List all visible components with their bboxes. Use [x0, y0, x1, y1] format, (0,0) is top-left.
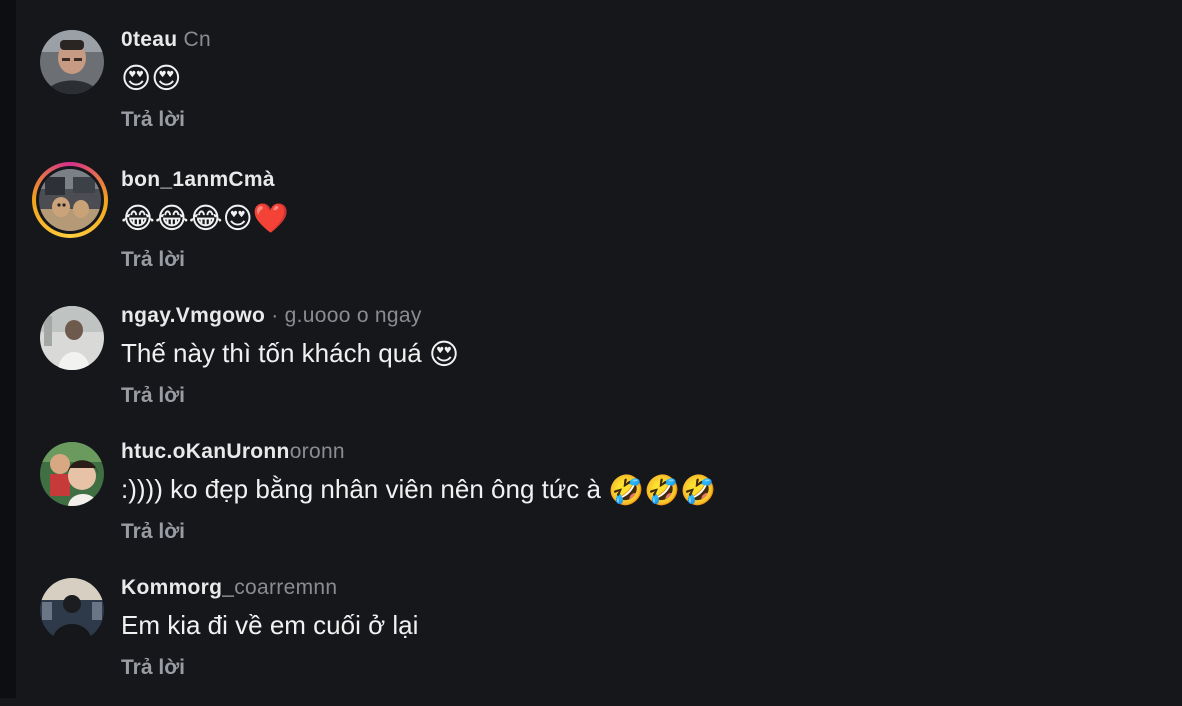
tears-of-joy-emoji-icon: 😂: [121, 203, 155, 236]
comment-body: Em kia đi về em cuối ở lại: [121, 610, 419, 640]
left-rail: [0, 0, 16, 698]
avatar-image: [39, 169, 101, 231]
tears-of-joy-emoji-icon: 😂: [188, 203, 223, 236]
username-text: Kommorg_: [121, 576, 235, 599]
avatar-story-ring[interactable]: [32, 162, 108, 238]
comment-text: Em kia đi về em cuối ở lại: [121, 608, 418, 642]
comment-text: Thế này thì tốn khách quá 😍: [121, 336, 459, 372]
comment-username[interactable]: 0teau Cn: [121, 28, 211, 52]
username-text: htuc.oKanUronn: [121, 440, 290, 463]
avatar-image: [40, 306, 104, 370]
comment-username[interactable]: Kommorg_coarremnn: [121, 576, 337, 600]
comment-body: Thế này thì tốn khách quá: [121, 338, 422, 368]
username-suffix: coarremnn: [234, 576, 338, 599]
username-text: 0teau: [121, 28, 178, 51]
avatar-image: [40, 442, 104, 506]
reply-button[interactable]: Trả lời: [121, 656, 185, 680]
reply-button[interactable]: Trả lời: [121, 384, 185, 408]
avatar[interactable]: [40, 306, 104, 370]
heart-eyes-emoji-icon: 😍: [428, 339, 460, 372]
comment-item: htuc.oKanUronnoronn :)))) ko đẹp bằng nh…: [30, 440, 1150, 570]
reply-button[interactable]: Trả lời: [121, 108, 185, 132]
avatar-image: [40, 30, 104, 94]
rolling-laughing-emoji-icon: 🤣: [644, 475, 681, 508]
rolling-laughing-emoji-icon: 🤣: [608, 475, 645, 508]
comment-body: :)))) ko đẹp bằng nhân viên nên ông tức …: [121, 474, 601, 504]
comment-item: bon_1anmCmà 😂😂😂😍❤️ Trả lời: [30, 162, 1150, 298]
rolling-laughing-emoji-icon: 🤣: [680, 475, 717, 508]
tears-of-joy-emoji-icon: 😂: [154, 203, 189, 236]
comment-item: Kommorg_coarremnn Em kia đi về em cuối ở…: [30, 576, 1150, 706]
red-heart-emoji-icon: ❤️: [252, 203, 290, 236]
username-text: bon_1anmCmà: [121, 168, 275, 191]
reply-button[interactable]: Trả lời: [121, 248, 185, 272]
comment-text: 😂😂😂😍❤️: [121, 200, 289, 236]
comment-text: 😍😍: [121, 60, 181, 96]
avatar[interactable]: [40, 442, 104, 506]
avatar[interactable]: [40, 578, 104, 642]
heart-eyes-emoji-icon: 😍: [121, 63, 152, 96]
username-suffix: Cn: [177, 28, 211, 51]
comment-username[interactable]: ngay.Vmgowo · g.uooo o ngay: [121, 304, 422, 328]
heart-eyes-emoji-icon: 😍: [222, 203, 253, 236]
comment-item: ngay.Vmgowo · g.uooo o ngay Thế này thì …: [30, 304, 1150, 434]
username-suffix: · g.uooo o ngay: [265, 304, 422, 327]
comment-username[interactable]: htuc.oKanUronnoronn: [121, 440, 345, 464]
username-suffix: oronn: [289, 440, 345, 463]
comment-username[interactable]: bon_1anmCmà: [121, 168, 275, 192]
username-text: ngay.Vmgowo: [121, 304, 266, 327]
heart-eyes-emoji-icon: 😍: [151, 63, 182, 96]
avatar-image: [40, 578, 104, 642]
comment-text: :)))) ko đẹp bằng nhân viên nên ông tức …: [121, 472, 717, 508]
avatar[interactable]: [40, 30, 104, 94]
comment-item: 0teau Cn 😍😍 Trả lời: [30, 28, 1150, 158]
reply-button[interactable]: Trả lời: [121, 520, 185, 544]
